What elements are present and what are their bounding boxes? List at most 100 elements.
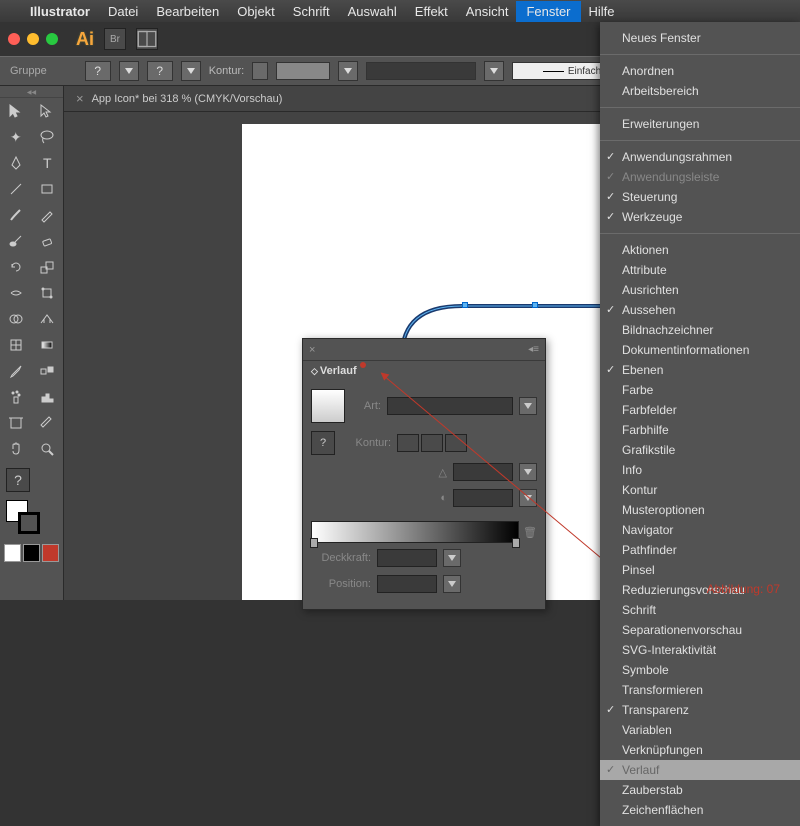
- menu-farbhilfe[interactable]: Farbhilfe: [600, 420, 800, 440]
- toolbox-handle[interactable]: ◀◀: [0, 90, 63, 98]
- mesh-tool[interactable]: [0, 332, 32, 358]
- gradient-type-dropdown[interactable]: [519, 397, 537, 415]
- menu-ebenen[interactable]: Ebenen: [600, 360, 800, 380]
- color-mode-button[interactable]: [4, 544, 21, 562]
- stroke-option-2[interactable]: [421, 434, 443, 452]
- menu-zeichenflchen[interactable]: Zeichenflächen: [600, 800, 800, 820]
- column-graph-tool[interactable]: [32, 384, 64, 410]
- stroke-weight-link[interactable]: [252, 62, 268, 80]
- panel-help[interactable]: ?: [311, 431, 335, 455]
- fill-swatch[interactable]: ?: [85, 61, 111, 81]
- gradient-type-field[interactable]: [387, 397, 513, 415]
- position-field[interactable]: [377, 575, 437, 593]
- menu-bearbeiten[interactable]: Bearbeiten: [156, 4, 219, 19]
- menu-navigator[interactable]: Navigator: [600, 520, 800, 540]
- variable-width-dropdown[interactable]: [484, 61, 504, 81]
- panel-header[interactable]: × ◂≡: [303, 339, 545, 361]
- paintbrush-tool[interactable]: [0, 202, 32, 228]
- width-tool[interactable]: [0, 280, 32, 306]
- menu-verlauf[interactable]: Verlauf: [600, 760, 800, 780]
- menu-datei[interactable]: Datei: [108, 4, 138, 19]
- lasso-tool[interactable]: [32, 124, 64, 150]
- menu-verknpfungen[interactable]: Verknüpfungen: [600, 740, 800, 760]
- position-dropdown[interactable]: [443, 575, 461, 593]
- free-transform-tool[interactable]: [32, 280, 64, 306]
- menu-aktionen[interactable]: Aktionen: [600, 240, 800, 260]
- gradient-stop[interactable]: [512, 538, 520, 548]
- stroke-swatch[interactable]: ?: [147, 61, 173, 81]
- stroke-weight-field[interactable]: [276, 62, 330, 80]
- menu-ansicht[interactable]: Ansicht: [466, 4, 509, 19]
- eraser-tool[interactable]: [32, 228, 64, 254]
- panel-tab-title[interactable]: Verlauf: [303, 361, 545, 381]
- opacity-dropdown[interactable]: [443, 549, 461, 567]
- menu-farbe[interactable]: Farbe: [600, 380, 800, 400]
- anchor-point[interactable]: [532, 302, 538, 308]
- close-tab-icon[interactable]: ×: [76, 91, 84, 106]
- rectangle-tool[interactable]: [32, 176, 64, 202]
- pencil-tool[interactable]: [32, 202, 64, 228]
- none-mode-button[interactable]: [42, 544, 59, 562]
- slice-tool[interactable]: [32, 410, 64, 436]
- fill-dropdown[interactable]: [119, 61, 139, 81]
- opacity-field[interactable]: [377, 549, 437, 567]
- menu-steuerung[interactable]: Steuerung: [600, 187, 800, 207]
- menu-bildnachzeichner[interactable]: Bildnachzeichner: [600, 320, 800, 340]
- angle-field[interactable]: [453, 463, 513, 481]
- menu-transformieren[interactable]: Transformieren: [600, 680, 800, 700]
- eyedropper-tool[interactable]: [0, 358, 32, 384]
- menu-musteroptionen[interactable]: Musteroptionen: [600, 500, 800, 520]
- menu-anordnen[interactable]: Anordnen: [600, 61, 800, 81]
- variable-width-field[interactable]: [366, 62, 476, 80]
- toolbox-help[interactable]: ?: [6, 468, 30, 492]
- menu-attribute[interactable]: Attribute: [600, 260, 800, 280]
- perspective-grid-tool[interactable]: [32, 306, 64, 332]
- panel-close-icon[interactable]: ×: [309, 344, 315, 356]
- menu-separationenvorschau[interactable]: Separationenvorschau: [600, 620, 800, 640]
- artboard-tool[interactable]: [0, 410, 32, 436]
- selection-tool[interactable]: [0, 98, 32, 124]
- menu-dokumentinformationen[interactable]: Dokumentinformationen: [600, 340, 800, 360]
- menu-farbfelder[interactable]: Farbfelder: [600, 400, 800, 420]
- zoom-window-button[interactable]: [46, 33, 58, 45]
- menu-pathfinder[interactable]: Pathfinder: [600, 540, 800, 560]
- magic-wand-tool[interactable]: ✦: [0, 124, 32, 150]
- stroke-weight-dropdown[interactable]: [338, 61, 358, 81]
- direct-selection-tool[interactable]: [32, 98, 64, 124]
- menu-grafikstile[interactable]: Grafikstile: [600, 440, 800, 460]
- stroke-dropdown[interactable]: [181, 61, 201, 81]
- menu-anwendungsleiste[interactable]: Anwendungsleiste: [600, 167, 800, 187]
- menu-pinsel[interactable]: Pinsel: [600, 560, 800, 580]
- bridge-button[interactable]: Br: [104, 28, 126, 50]
- menu-symbole[interactable]: Symbole: [600, 660, 800, 680]
- gradient-stop[interactable]: [310, 538, 318, 548]
- shape-builder-tool[interactable]: [0, 306, 32, 332]
- panel-menu-icon[interactable]: ◂≡: [528, 344, 539, 355]
- type-tool[interactable]: T: [32, 150, 64, 176]
- gradient-mode-button[interactable]: [23, 544, 40, 562]
- gradient-preview[interactable]: [311, 389, 345, 423]
- menu-neues-fenster[interactable]: Neues Fenster: [600, 28, 800, 48]
- menu-schrift[interactable]: Schrift: [600, 600, 800, 620]
- angle-dropdown[interactable]: [519, 463, 537, 481]
- stroke-option-1[interactable]: [397, 434, 419, 452]
- blend-tool[interactable]: [32, 358, 64, 384]
- zoom-tool[interactable]: [32, 436, 64, 462]
- menu-fenster[interactable]: Fenster: [516, 1, 580, 22]
- menu-ausrichten[interactable]: Ausrichten: [600, 280, 800, 300]
- rotate-tool[interactable]: [0, 254, 32, 280]
- menu-anwendungsrahmen[interactable]: Anwendungsrahmen: [600, 147, 800, 167]
- menu-erweiterungen[interactable]: Erweiterungen: [600, 114, 800, 134]
- brush-profile[interactable]: Einfach: [512, 62, 602, 80]
- scale-tool[interactable]: [32, 254, 64, 280]
- menu-svginteraktivitt[interactable]: SVG-Interaktivität: [600, 640, 800, 660]
- arrange-docs-button[interactable]: [136, 28, 158, 50]
- menu-effekt[interactable]: Effekt: [415, 4, 448, 19]
- stroke-indicator[interactable]: [18, 512, 40, 534]
- menu-werkzeuge[interactable]: Werkzeuge: [600, 207, 800, 227]
- anchor-point[interactable]: [462, 302, 468, 308]
- menu-auswahl[interactable]: Auswahl: [348, 4, 397, 19]
- menu-transparenz[interactable]: Transparenz: [600, 700, 800, 720]
- minimize-window-button[interactable]: [27, 33, 39, 45]
- pen-tool[interactable]: [0, 150, 32, 176]
